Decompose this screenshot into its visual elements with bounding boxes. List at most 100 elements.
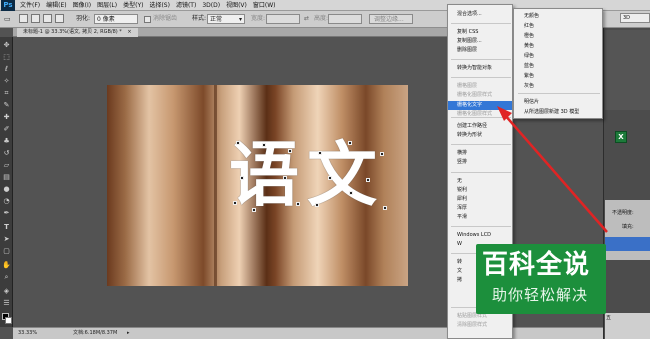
- menu-item[interactable]: 锐利: [448, 186, 512, 195]
- menu-separator: [451, 59, 511, 60]
- style-select[interactable]: 正常 ▾: [207, 14, 245, 24]
- layers-panel-footer: [605, 313, 650, 339]
- extra-tool-icon[interactable]: ☰: [1, 299, 12, 308]
- selected-layer-row[interactable]: [605, 237, 650, 251]
- submenu-item[interactable]: 蓝色: [514, 62, 602, 71]
- excel-icon: X: [615, 131, 627, 143]
- path-selection-icon[interactable]: ➤: [1, 235, 12, 244]
- submenu-item[interactable]: 紫色: [514, 72, 602, 81]
- submenu-item[interactable]: 橙色: [514, 32, 602, 41]
- menu-item[interactable]: 转换为智能对象: [448, 64, 512, 73]
- book-fold: [214, 85, 217, 286]
- menu-item[interactable]: Windows LCD: [448, 231, 512, 240]
- menu-item[interactable]: 创建工作路径: [448, 122, 512, 131]
- healing-brush-icon[interactable]: ✚: [1, 113, 12, 122]
- hand-tool-icon[interactable]: ✋: [1, 261, 12, 270]
- submenu-item[interactable]: 明信片: [514, 98, 602, 107]
- menu-item[interactable]: 无: [448, 177, 512, 186]
- eraser-tool-icon[interactable]: ▱: [1, 161, 12, 170]
- shape-tool-icon[interactable]: ▢: [1, 247, 12, 256]
- width-input[interactable]: [266, 14, 300, 24]
- path-anchor: [233, 201, 237, 205]
- height-label: 高度:: [314, 15, 329, 22]
- menu-item-rasterize-text[interactable]: 栅格化文字: [448, 101, 512, 110]
- selection-mode-add-icon[interactable]: [31, 14, 40, 23]
- feather-label: 羽化:: [76, 15, 91, 22]
- pen-tool-icon[interactable]: ✒: [1, 209, 12, 218]
- menu-item[interactable]: 3D(D): [202, 0, 220, 11]
- dodge-tool-icon[interactable]: ◔: [1, 197, 12, 206]
- submenu-item[interactable]: 灰色: [514, 82, 602, 91]
- swap-icon[interactable]: ⇄: [304, 14, 309, 24]
- menu-separator: [451, 226, 511, 227]
- workspace-select[interactable]: 3D: [620, 13, 650, 23]
- lasso-tool-icon[interactable]: ℓ: [1, 65, 12, 74]
- clone-stamp-icon[interactable]: ♣: [1, 137, 12, 146]
- path-anchor: [236, 141, 240, 145]
- menu-items: 文件(F) 编辑(E) 图像(I) 图层(L) 类型(Y) 选择(S) 滤镜(T) 3D(D)…: [20, 0, 276, 11]
- opacity-label: 不透明度:: [612, 210, 634, 216]
- menu-item[interactable]: 浑厚: [448, 204, 512, 213]
- blur-tool-icon[interactable]: ●: [1, 185, 12, 194]
- gradient-tool-icon[interactable]: ▤: [1, 173, 12, 182]
- menu-item[interactable]: 编辑(E): [46, 0, 66, 11]
- menu-item[interactable]: 复制 CSS: [448, 28, 512, 37]
- antialias-checkbox[interactable]: [144, 16, 151, 23]
- document-size: 文档:6.18M/8.37M: [73, 330, 118, 336]
- refine-edge-button[interactable]: 调整边缘...: [369, 14, 413, 24]
- status-arrow-icon[interactable]: ▸: [127, 329, 130, 338]
- path-anchor: [328, 176, 332, 180]
- move-tool-icon[interactable]: ✥: [1, 41, 12, 50]
- menu-item[interactable]: 转换为形状: [448, 131, 512, 140]
- selection-mode-new-icon[interactable]: [19, 14, 28, 23]
- panel-page-label: 五: [606, 315, 612, 321]
- submenu-item[interactable]: 红色: [514, 22, 602, 31]
- context-submenu: 无颜色 红色 橙色 黄色 绿色 蓝色 紫色 灰色明信片 从所选图层新建 3D 模型: [513, 8, 603, 119]
- history-brush-icon[interactable]: ↺: [1, 149, 12, 158]
- marquee-tool-icon[interactable]: ▭: [4, 14, 11, 24]
- menu-item[interactable]: 类型(Y): [123, 0, 143, 11]
- type-tool-icon[interactable]: T: [1, 223, 12, 232]
- submenu-item[interactable]: 绿色: [514, 52, 602, 61]
- menu-item[interactable]: 图层(L): [97, 0, 117, 11]
- brush-tool-icon[interactable]: ✐: [1, 125, 12, 134]
- selection-mode-intersect-icon[interactable]: [55, 14, 64, 23]
- menu-separator: [451, 23, 511, 24]
- feather-input[interactable]: 0 像素: [94, 14, 138, 24]
- close-icon[interactable]: ×: [127, 29, 131, 35]
- eyedropper-icon[interactable]: ✎: [1, 101, 12, 110]
- submenu-item[interactable]: 从所选图层新建 3D 模型: [514, 108, 602, 117]
- path-anchor: [366, 178, 370, 182]
- selection-mode-subtract-icon[interactable]: [43, 14, 52, 23]
- menu-item[interactable]: 竖排: [448, 158, 512, 167]
- menu-item: 清除图层样式: [457, 322, 488, 328]
- menu-item[interactable]: 视图(V): [226, 0, 247, 11]
- background-color-swatch[interactable]: [5, 317, 12, 324]
- crop-tool-icon[interactable]: ⌗: [1, 89, 12, 98]
- canvas-text-char-2[interactable]: 文: [307, 139, 377, 211]
- marquee-tool-icon[interactable]: ⬚: [1, 53, 12, 62]
- 3d-tool-icon[interactable]: ◈: [1, 287, 12, 296]
- watermark-subtitle: 助你轻松解决: [492, 286, 589, 304]
- submenu-item[interactable]: 黄色: [514, 42, 602, 51]
- submenu-item[interactable]: 无颜色: [514, 12, 602, 21]
- zoom-level[interactable]: 33.33%: [18, 329, 37, 338]
- document-tab[interactable]: 未标题-1 @ 33.3%(语文, 拷贝 2, RGB/8) * ×: [17, 28, 138, 37]
- menu-item[interactable]: 混合选项...: [448, 10, 512, 19]
- magic-wand-icon[interactable]: ✧: [1, 77, 12, 86]
- height-input[interactable]: [328, 14, 362, 24]
- menu-item[interactable]: 图像(I): [73, 0, 91, 11]
- zoom-tool-icon[interactable]: ⌕: [1, 273, 12, 282]
- path-anchor: [283, 176, 287, 180]
- menu-item[interactable]: 删除图层: [448, 46, 512, 55]
- path-anchor: [380, 152, 384, 156]
- menu-item[interactable]: 文件(F): [20, 0, 40, 11]
- menu-item[interactable]: 犀利: [448, 195, 512, 204]
- menu-item[interactable]: 选择(S): [149, 0, 170, 11]
- menu-item[interactable]: 平滑: [448, 213, 512, 222]
- menu-item[interactable]: 复制图层...: [448, 37, 512, 46]
- path-anchor: [349, 191, 353, 195]
- menu-item[interactable]: 滤镜(T): [176, 0, 196, 11]
- menu-item[interactable]: 横排: [448, 149, 512, 158]
- menu-item[interactable]: 窗口(W): [253, 0, 276, 11]
